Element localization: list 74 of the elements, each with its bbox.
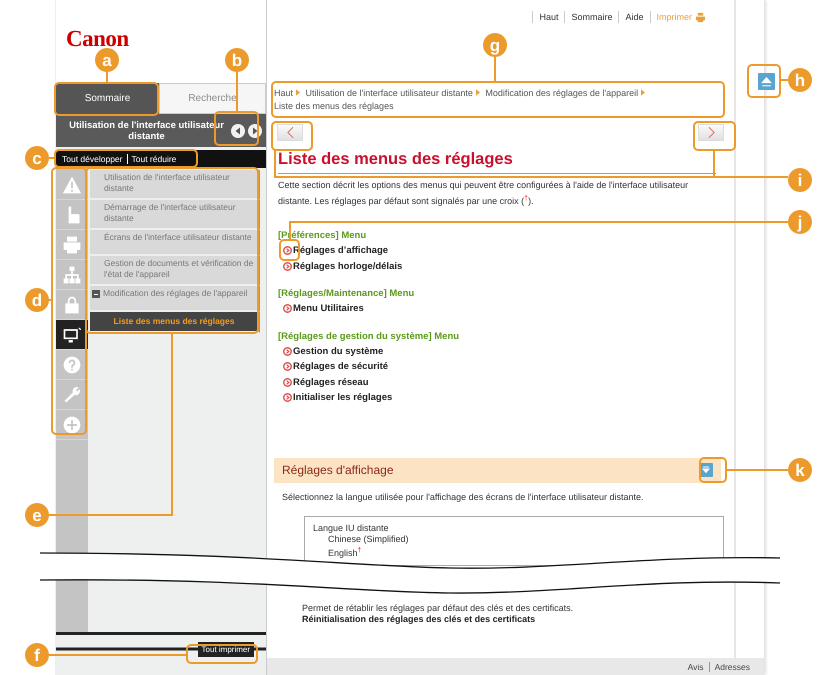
breadcrumb-arrow-icon: [476, 89, 480, 96]
sidebar-tab[interactable]: Sommaire: [56, 83, 159, 114]
highlight-frame: [271, 121, 313, 151]
callout-marker: h: [788, 68, 812, 92]
collapse-icon[interactable]: [92, 290, 100, 298]
callout-marker: d: [25, 288, 49, 312]
leader-line: [49, 299, 52, 301]
link-bullet-icon: [283, 378, 292, 387]
callout-marker: i: [788, 168, 812, 192]
section-title: Réglages d'affichage: [282, 463, 394, 477]
next-chapter-icon[interactable]: [248, 124, 262, 138]
header-link[interactable]: Sommaire: [571, 12, 612, 22]
menu-heading: [Réglages de gestion du système] Menu: [278, 330, 460, 344]
page-title: Liste des menus des réglages: [278, 150, 716, 174]
menu-heading: [Réglages/Maintenance] Menu: [278, 287, 414, 301]
callout-marker: f: [25, 643, 49, 667]
leader-line: [106, 72, 108, 83]
link-bullet-icon: [283, 262, 292, 271]
highlight-frame: [186, 644, 258, 664]
reset-link[interactable]: Réinitialisation des réglages des clés et des certificats: [302, 614, 536, 624]
setting-option: Chinese (Simplified): [313, 534, 715, 544]
printer-icon[interactable]: [695, 12, 706, 22]
previous-chapter-icon[interactable]: [231, 124, 245, 138]
link-bullet-icon: [283, 346, 292, 356]
highlight-frame: [747, 64, 781, 98]
scroll-top-icon[interactable]: [758, 73, 775, 90]
callout-marker: k: [788, 458, 812, 482]
brand-logo: Canon: [66, 26, 129, 51]
highlight-frame: [699, 457, 727, 483]
breadcrumb-link[interactable]: Haut: [274, 88, 294, 98]
menu-link[interactable]: Gestion du système: [293, 346, 384, 357]
section-description: Sélectionnez la langue utilisée pour l'affichage des écrans de l'interface utilisateur distante.: [282, 492, 644, 502]
monitor-icon[interactable]: [56, 320, 88, 350]
link-bullet-icon: [283, 393, 292, 402]
leader-line: [780, 79, 788, 81]
header-link[interactable]: Aide: [625, 12, 644, 22]
menu-link[interactable]: Réglages de sécurité: [293, 361, 388, 372]
tree-item[interactable]: Liste des menus des réglages: [90, 312, 260, 333]
leader-line: [726, 469, 788, 471]
menu-link[interactable]: Initialiser les réglages: [293, 392, 392, 404]
next-page-button[interactable]: [698, 124, 724, 141]
menu-link[interactable]: Réglages réseau: [293, 376, 369, 388]
link-bullet-icon: [283, 362, 292, 372]
menu-link[interactable]: Réglages horloge/délais: [293, 260, 402, 272]
callout-marker: b: [225, 48, 249, 72]
link-bullet-icon: [283, 304, 292, 314]
leader-line: [236, 72, 238, 112]
breadcrumb-arrow-icon: [641, 89, 646, 96]
callout-marker: a: [95, 48, 119, 72]
chevron-right-icon: [708, 127, 714, 138]
footer-link[interactable]: Adresses: [714, 662, 750, 672]
leader-line: [494, 57, 496, 82]
setting-option: English$^{†}$: [313, 544, 715, 558]
leader-line: [49, 157, 55, 159]
header-link[interactable]: Haut: [539, 12, 558, 22]
breadcrumb-link[interactable]: Modification des réglages de l'appareil: [485, 88, 638, 98]
callout-marker: j: [788, 210, 812, 234]
callout-marker: e: [25, 503, 49, 527]
tree-control-link[interactable]: Tout réduire: [132, 154, 176, 164]
breadcrumb-link[interactable]: Liste des menus des réglages: [274, 101, 394, 111]
tree-control-link[interactable]: Tout développer: [62, 154, 122, 164]
chevron-left-icon: [286, 127, 294, 138]
highlight-frame: [693, 121, 736, 151]
setting-name: Langue IU distante: [313, 522, 390, 534]
breadcrumb-arrow-icon: [296, 89, 300, 96]
footer-link[interactable]: Avis: [688, 662, 704, 672]
breadcrumb-link[interactable]: Utilisation de l'interface utilisateur distante: [306, 88, 473, 98]
menu-link[interactable]: Menu Utilitaires: [293, 303, 364, 314]
callout-marker: g: [483, 33, 507, 57]
callout-marker: c: [25, 146, 49, 170]
previous-page-button[interactable]: [277, 124, 303, 141]
reset-paragraph: Permet de rétablir les réglages par défaut des clés et des certificats. Réinitialisation des réglages des clés et des certificats: [302, 602, 574, 624]
intro-paragraph: Cette section décrit les options des menus qui peuvent être configurées à l'aide de l'interface utilisateur distante. Les réglages par défaut sont signalés par une croix ($^{†}$).: [278, 179, 690, 208]
link-bullet-icon: [283, 246, 292, 256]
